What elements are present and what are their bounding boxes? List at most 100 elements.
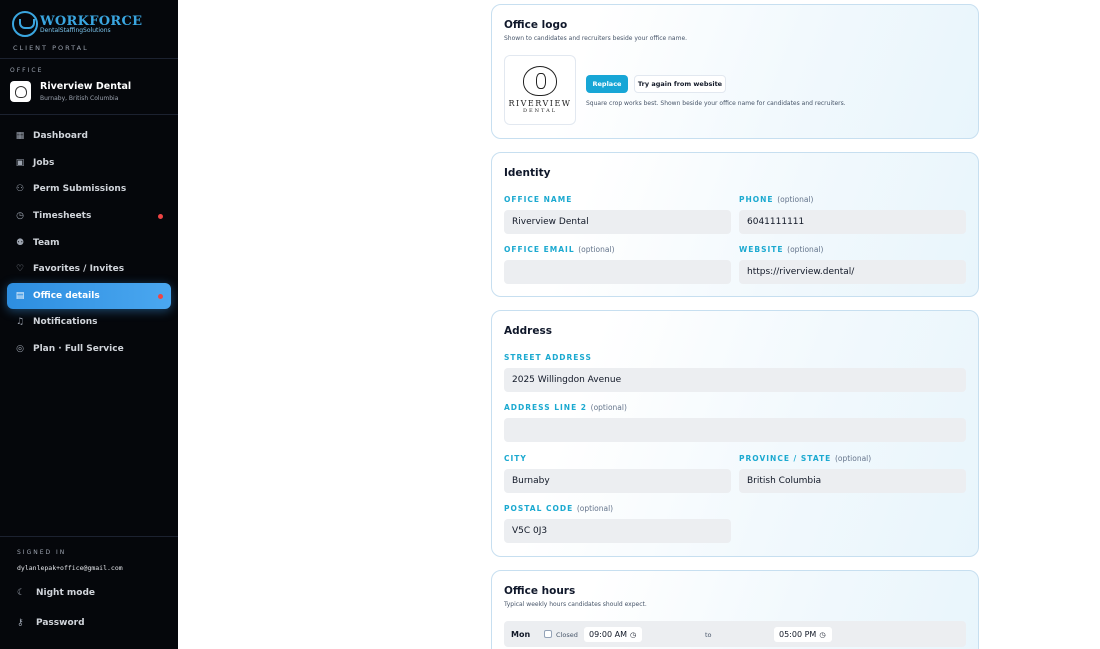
city-label: CITY	[504, 454, 527, 463]
address-line2-label-text: ADDRESS LINE 2	[504, 403, 588, 412]
office-logo-preview: RIVERVIEW DENTAL	[504, 55, 576, 125]
main-content: Office logo Shown to candidates and recr…	[178, 0, 1100, 649]
province-label-text: PROVINCE / STATE	[739, 454, 832, 463]
street-address-input[interactable]: 2025 Willingdon Avenue	[504, 368, 966, 392]
postal-code-label-text: POSTAL CODE	[504, 504, 574, 513]
street-address-label: STREET ADDRESS	[504, 353, 592, 362]
address-line2-label: ADDRESS LINE 2 (optional)	[504, 403, 627, 412]
heart-icon: ♡	[15, 264, 25, 275]
key-icon: ⚷	[17, 618, 24, 628]
sidebar-item-label: Plan · Full Service	[33, 344, 124, 355]
phone-label: PHONE (optional)	[739, 195, 813, 204]
card-title: Office hours	[504, 585, 576, 597]
sidebar-item-team[interactable]: ⚉ Team	[7, 229, 171, 256]
user-plus-icon: ⚇	[15, 184, 25, 195]
logo-wordmark: RIVERVIEW	[508, 99, 572, 108]
address-line2-input[interactable]	[504, 418, 966, 442]
users-icon: ⚉	[15, 237, 25, 248]
bell-icon: ♫	[15, 317, 25, 328]
optional-tag: (optional)	[777, 195, 814, 204]
tooth-icon	[14, 85, 27, 98]
sidebar-item-dashboard[interactable]: ▦ Dashboard	[7, 123, 171, 150]
website-label-text: WEBSITE	[739, 245, 784, 254]
open-time-input[interactable]: 09:00 AM ◷	[584, 627, 642, 642]
office-switcher[interactable]: Riverview Dental Burnaby, British Columb…	[0, 75, 178, 114]
sidebar-item-label: Dashboard	[33, 131, 88, 142]
clock-icon: ◷	[629, 630, 637, 639]
office-name-input[interactable]: Riverview Dental	[504, 210, 731, 234]
sidebar-item-favorites[interactable]: ♡ Favorites / Invites	[7, 256, 171, 283]
card-title: Office logo	[504, 19, 568, 31]
optional-tag: (optional)	[787, 245, 824, 254]
card-title: Address	[504, 325, 552, 337]
workforce-logo-icon	[12, 11, 38, 37]
card-title: Identity	[504, 167, 551, 179]
night-mode-label: Night mode	[36, 588, 96, 598]
office-email-input[interactable]	[504, 260, 731, 284]
city-label-text: CITY	[504, 454, 527, 463]
portal-label: CLIENT PORTAL	[13, 44, 89, 52]
province-input[interactable]: British Columbia	[739, 469, 966, 493]
night-mode-toggle[interactable]: ☾ Night mode	[0, 578, 178, 608]
check-circle-icon: ◎	[16, 344, 24, 355]
sidebar-item-jobs[interactable]: ▣ Jobs	[7, 150, 171, 177]
office-name-label-text: OFFICE NAME	[504, 195, 573, 204]
close-time-input[interactable]: 05:00 PM ◷	[774, 627, 832, 642]
phone-input[interactable]: 6041111111	[739, 210, 966, 234]
brand-name: WORKFORCE	[40, 13, 143, 29]
optional-tag: (optional)	[576, 504, 614, 513]
sidebar-item-label: Favorites / Invites	[33, 264, 125, 275]
closed-checkbox[interactable]	[544, 630, 552, 638]
day-label: Mon	[511, 630, 531, 639]
closed-label: Closed	[556, 631, 578, 639]
sidebar-item-label: Office details	[33, 290, 100, 301]
notification-dot	[158, 293, 163, 299]
brand-logo[interactable]: WORKFORCE DentalStaffingSolutions	[0, 0, 178, 38]
sidebar-nav: ▦ Dashboard ▣ Jobs ⚇ Perm Submissions ◷ …	[0, 115, 178, 362]
signed-in-section: SIGNED IN dylanlepak+office@gmail.com ☾ …	[0, 536, 178, 638]
open-time-value: 09:00 AM	[589, 630, 627, 639]
to-label: to	[705, 631, 712, 639]
province-label: PROVINCE / STATE (optional)	[739, 454, 871, 463]
password-link[interactable]: ⚷ Password	[0, 608, 178, 638]
sidebar: WORKFORCE DentalStaffingSolutions CLIENT…	[0, 0, 178, 649]
office-section-label: OFFICE	[10, 67, 44, 74]
notification-dot	[158, 213, 163, 219]
replace-logo-button[interactable]: Replace	[586, 75, 628, 93]
office-avatar	[10, 81, 31, 102]
building-icon: ▤	[15, 290, 25, 301]
phone-label-text: PHONE	[739, 195, 774, 204]
hours-row-mon: Mon Closed 09:00 AM ◷ to 05:00 PM ◷	[504, 621, 966, 647]
sidebar-item-timesheets[interactable]: ◷ Timesheets	[7, 203, 171, 230]
card-subtitle: Shown to candidates and recruiters besid…	[504, 35, 688, 42]
optional-tag: (optional)	[590, 403, 627, 412]
office-location: Burnaby, British Columbia	[40, 95, 119, 102]
sidebar-item-office-details[interactable]: ▤ Office details	[7, 282, 171, 310]
briefcase-icon: ▣	[15, 157, 25, 168]
postal-code-input[interactable]: V5C 0J3	[504, 519, 731, 543]
signed-in-label: SIGNED IN	[17, 549, 67, 556]
address-card: Address STREET ADDRESS 2025 Willingdon A…	[491, 310, 979, 557]
office-hours-card: Office hours Typical weekly hours candid…	[491, 570, 979, 649]
postal-code-label: POSTAL CODE (optional)	[504, 504, 613, 513]
clock-icon: ◷	[16, 211, 24, 222]
password-label: Password	[36, 618, 85, 628]
website-input[interactable]: https://riverview.dental/	[739, 260, 966, 284]
logo-hint: Square crop works best. Shown beside you…	[586, 100, 846, 107]
office-name-label: OFFICE NAME	[504, 195, 572, 204]
moon-icon: ☾	[17, 588, 26, 598]
office-email-label-text: OFFICE EMAIL	[504, 245, 575, 254]
sidebar-item-plan[interactable]: ◎ Plan · Full Service	[7, 336, 171, 363]
tooth-logo-icon	[523, 66, 557, 96]
sidebar-item-notifications[interactable]: ♫ Notifications	[7, 309, 171, 336]
sidebar-item-label: Team	[33, 237, 60, 248]
card-subtitle: Typical weekly hours candidates should e…	[504, 601, 647, 608]
logo-wordmark-sub: DENTAL	[522, 108, 558, 114]
sidebar-item-perm-submissions[interactable]: ⚇ Perm Submissions	[7, 176, 171, 203]
try-again-website-button[interactable]: Try again from website	[634, 75, 726, 93]
office-email-label: OFFICE EMAIL (optional)	[504, 245, 615, 254]
office-name: Riverview Dental	[40, 81, 132, 92]
city-input[interactable]: Burnaby	[504, 469, 731, 493]
signed-in-email: dylanlepak+office@gmail.com	[17, 564, 123, 572]
grid-icon: ▦	[15, 131, 25, 142]
